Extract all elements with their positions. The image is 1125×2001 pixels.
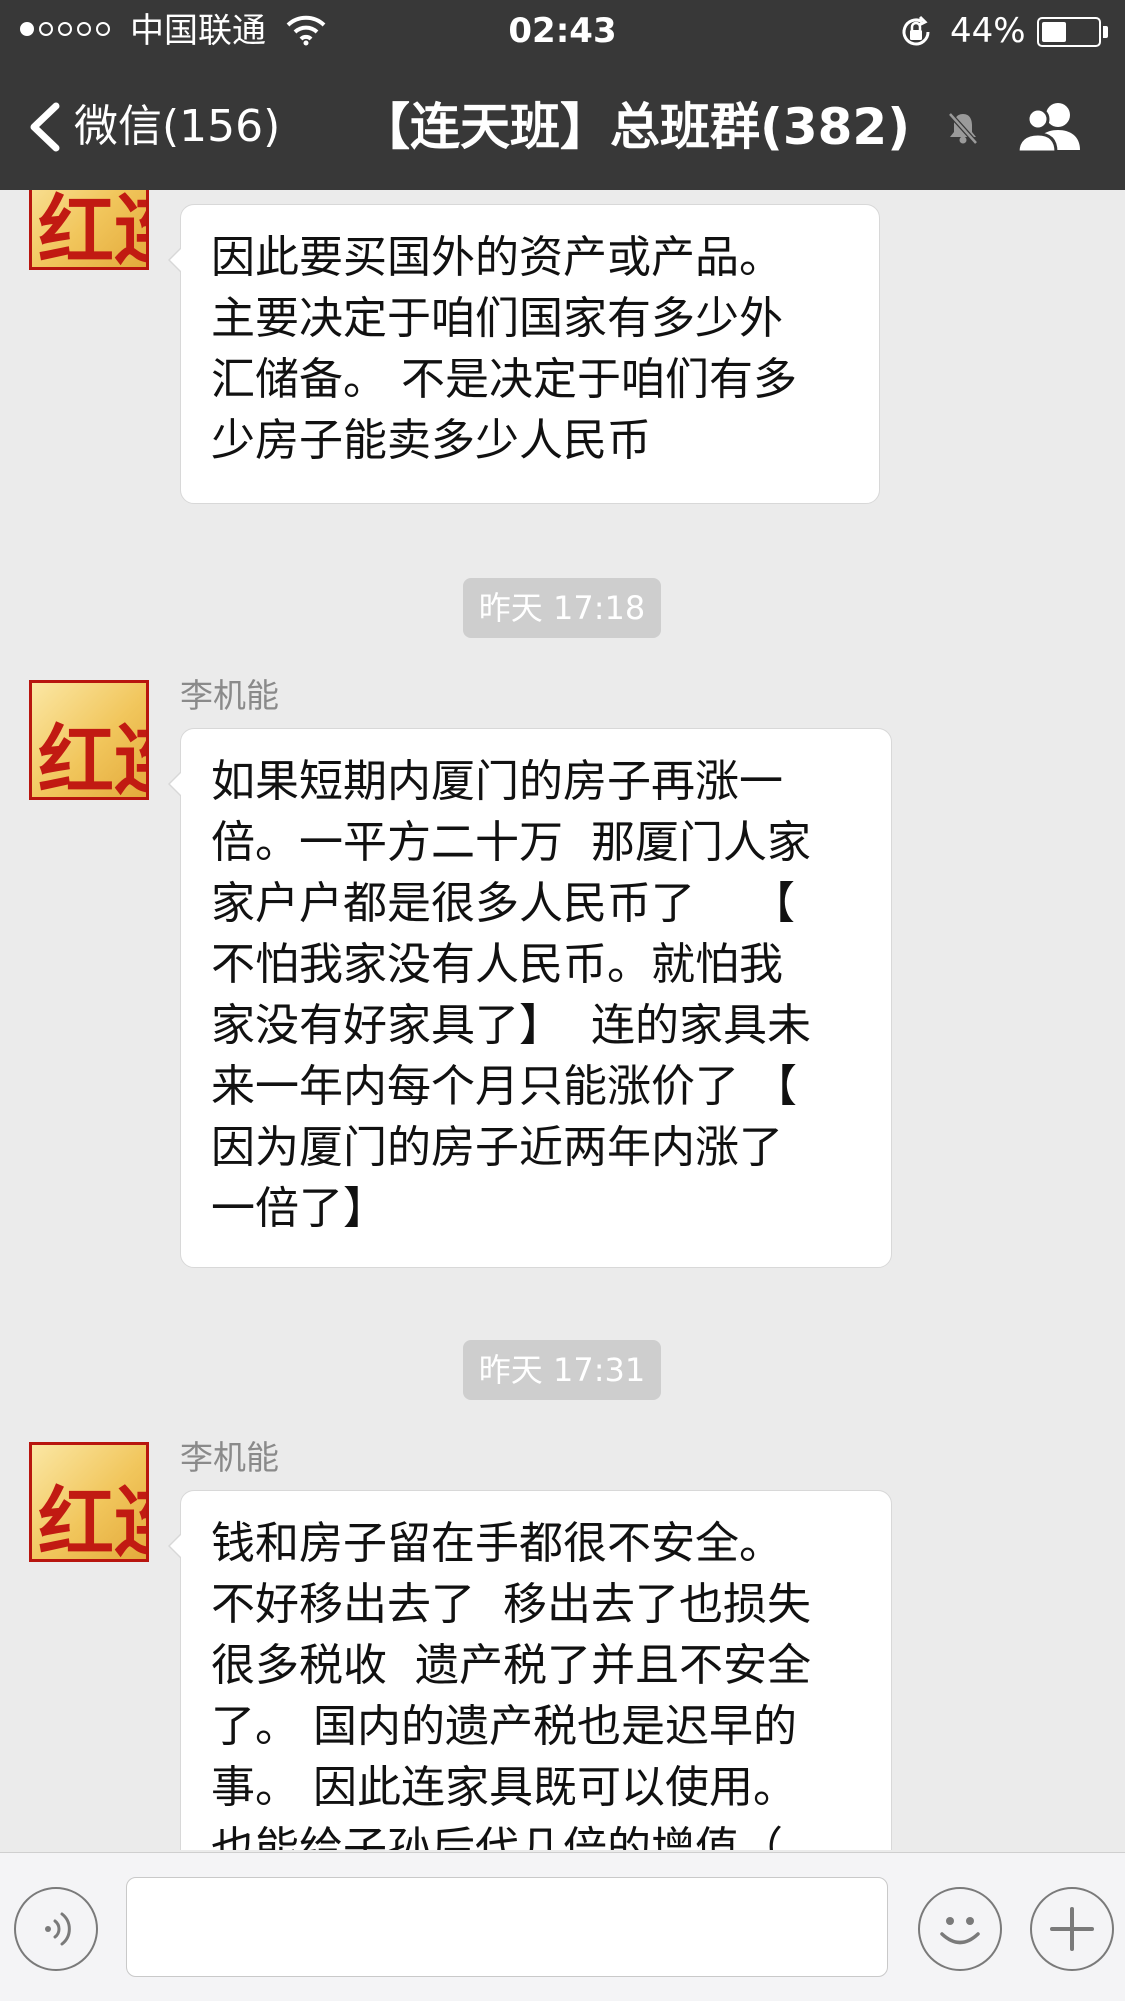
back-button[interactable]: 微信(156) (22, 92, 280, 162)
red-calligraphy-logo-icon: 红连天 (38, 1478, 146, 1559)
voice-button[interactable] (14, 1887, 98, 1971)
mute-bell-icon (946, 110, 980, 146)
avatar[interactable]: 红连天 (29, 190, 149, 270)
back-label: 微信(156) (74, 101, 281, 152)
chat-title: 【连天班】总班群(382) (360, 98, 911, 156)
battery-level (1042, 22, 1066, 42)
sender-name: 李机能 (180, 1438, 279, 1477)
status-bar: 中国联通 02:43 44% (0, 0, 1125, 62)
chat-message-list[interactable]: 红连天 因此要买国外的资产或产品。 主要决定于咱们国家有多少外 汇储备。 不是决… (0, 190, 1125, 1850)
timestamp-pill: 昨天 17:18 (463, 578, 661, 638)
svg-text:红连天: 红连天 (38, 1478, 146, 1559)
battery-icon (1037, 17, 1101, 47)
message-bubble[interactable]: 钱和房子留在手都很不安全。 不好移出去了 移出去了也损失 很多税收 遗产税了并且… (168, 1490, 892, 1850)
group-members-icon (1010, 98, 1090, 158)
avatar[interactable]: 红连天 (29, 1442, 149, 1562)
rotation-lock-icon (898, 14, 934, 50)
nav-bar: 微信(156) 【连天班】总班群(382) (0, 62, 1125, 190)
message-bubble[interactable]: 因此要买国外的资产或产品。 主要决定于咱们国家有多少外 汇储备。 不是决定于咱们… (168, 204, 880, 504)
avatar[interactable]: 红连天 (29, 680, 149, 800)
chevron-left-icon (22, 92, 74, 162)
red-calligraphy-logo-icon: 红连天 (38, 716, 146, 797)
timestamp-pill: 昨天 17:31 (463, 1340, 661, 1400)
sender-name: 李机能 (180, 676, 279, 715)
emoji-button[interactable] (918, 1887, 1002, 1971)
battery-percentage: 44% (950, 11, 1026, 51)
input-bar (0, 1852, 1125, 2001)
svg-text:红连天: 红连天 (38, 716, 146, 797)
header: 中国联通 02:43 44% 微信(156) 【连天班】总班群(382) (0, 0, 1125, 190)
battery-tip (1103, 26, 1108, 38)
message-input[interactable] (126, 1877, 888, 1977)
svg-text:红连天: 红连天 (38, 190, 146, 267)
red-calligraphy-logo-icon: 红连天 (38, 190, 146, 267)
group-members-button[interactable] (1010, 98, 1090, 158)
message-bubble[interactable]: 如果短期内厦门的房子再涨一 倍。一平方二十万 那厦门人家 家户户都是很多人民币了… (168, 728, 892, 1268)
wechat-group-chat-screen: 中国联通 02:43 44% 微信(156) 【连天班】总班群(382) 红 因… (0, 0, 1125, 2001)
more-button[interactable] (1030, 1887, 1114, 1971)
